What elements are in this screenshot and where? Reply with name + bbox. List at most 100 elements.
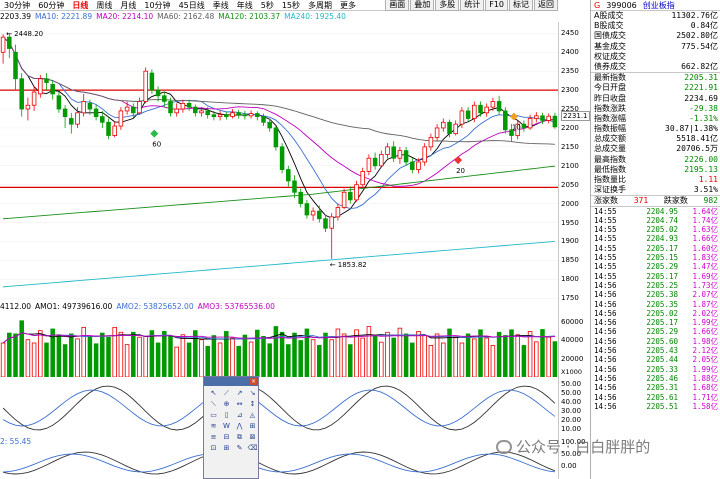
candle-body — [546, 115, 551, 121]
drawing-tool-icon[interactable]: W — [221, 422, 232, 431]
amo-bar — [19, 320, 24, 377]
toolbar-button[interactable]: 返回 — [534, 0, 558, 11]
row-label: 总成交额 — [594, 134, 626, 144]
period-tab[interactable]: 月线 — [116, 0, 140, 11]
tick-row: 14:56 2205.29 1.66亿 — [591, 327, 720, 336]
drawing-tool-icon[interactable]: ⋀ — [234, 422, 245, 431]
drawing-tool-icon[interactable]: ⌫ — [247, 444, 258, 453]
drawing-tools-palette[interactable]: × ↖ ⟋ ↗ ↘ ⟍ ⊕ ↔ ↕ ▭ ▯ ⊿ ◬ ≋ W ⋀ ⊞ ≡ ⊟ ⧉ ⊠ ⊡ ⊞ ✎ ⌫ — [203, 376, 259, 479]
drawing-tool-icon[interactable]: ▭ — [208, 411, 219, 420]
candle-body — [112, 125, 117, 136]
toolbar-button[interactable]: 统计 — [460, 0, 485, 11]
advance-count: 371 — [633, 196, 649, 206]
tick-row: 14:56 2205.33 1.99亿 — [591, 365, 720, 374]
amo-bar — [459, 342, 465, 377]
drawing-tool-icon[interactable]: ⊞ — [247, 422, 258, 431]
marker-label: 60 — [152, 141, 161, 149]
amo-bar — [403, 333, 409, 377]
drawing-tool-icon[interactable]: ↘ — [247, 389, 258, 398]
advance-label: 涨家数 — [594, 196, 618, 206]
drawing-tool-icon[interactable]: ↔ — [234, 400, 245, 409]
drawing-tool-icon[interactable]: ⊠ — [247, 433, 258, 442]
drawing-tool-icon[interactable]: ▯ — [221, 411, 232, 420]
period-tab[interactable]: 60分钟 — [34, 0, 68, 11]
drawing-tool-icon[interactable]: ↖ — [208, 389, 219, 398]
period-tab[interactable]: 周线 — [92, 0, 116, 11]
amo-bar — [385, 331, 390, 377]
amo-chart[interactable] — [0, 313, 558, 377]
drawing-tool-icon[interactable]: ⟍ — [208, 400, 219, 409]
drawing-tool-icon[interactable]: ⊡ — [208, 444, 219, 453]
toolbar-button[interactable]: 标记 — [509, 0, 533, 11]
period-tab[interactable]: 5秒 — [257, 0, 278, 11]
period-tab[interactable]: 多周期 — [304, 0, 336, 11]
amo-bar — [124, 344, 130, 377]
tick-amount: 1.60亿 — [692, 243, 718, 253]
toolbar-button[interactable]: 叠加 — [410, 0, 435, 11]
amo-bar — [112, 326, 117, 377]
drawing-tool-icon[interactable]: ≋ — [208, 422, 219, 431]
toolbar-buttons: 画面 叠加 多股 统计 F10 标记 返回 — [384, 0, 558, 11]
toolbar-button[interactable]: 画面 — [385, 0, 410, 11]
drawing-tool-icon[interactable]: ◬ — [247, 411, 258, 420]
candle-body — [131, 106, 136, 114]
period-tab[interactable]: 季线 — [209, 0, 233, 11]
candle-body — [186, 102, 192, 108]
close-icon[interactable]: × — [250, 378, 257, 385]
drawing-tool-icon[interactable]: ⊟ — [221, 433, 232, 442]
period-tab[interactable]: 10分钟 — [140, 0, 174, 11]
period-tab[interactable]: 30分钟 — [0, 0, 34, 11]
palette-titlebar[interactable]: × — [204, 377, 258, 386]
amo-bar — [69, 333, 74, 377]
tick-time: 14:55 — [594, 262, 617, 272]
drawing-tool-icon[interactable]: ✎ — [234, 444, 245, 453]
period-tab[interactable]: 15秒 — [278, 0, 304, 11]
breadth-row: 涨家数 371 跌家数 982 — [591, 195, 720, 205]
current-price-tag: 2231.1 — [561, 111, 590, 122]
amo-tick: 40000 — [561, 336, 584, 345]
tick-time: 14:56 — [594, 336, 617, 346]
marker-icon — [150, 129, 159, 138]
period-tab[interactable]: 45日线 — [175, 0, 209, 11]
candle-body — [261, 116, 266, 123]
amo-tick: 20000 — [561, 354, 584, 363]
candle-body — [490, 101, 496, 108]
toolbar-button[interactable]: F10 — [485, 0, 508, 11]
candle-body — [279, 146, 285, 170]
amo-bar — [230, 337, 235, 377]
toolbar-button[interactable]: 多股 — [435, 0, 460, 11]
period-tab[interactable]: 年线 — [233, 0, 257, 11]
tick-price: 2205.31 — [646, 383, 678, 393]
row-value: 2226.00 — [684, 154, 718, 164]
candle-body — [211, 114, 217, 117]
amo-bar — [360, 337, 365, 377]
legend-item: 2203.39 — [0, 12, 32, 21]
candle-body — [87, 102, 93, 110]
drawing-tool-icon[interactable]: ↗ — [234, 389, 245, 398]
amo-bar — [149, 330, 155, 377]
period-tab[interactable]: 日线 — [68, 0, 92, 11]
drawing-tool-icon[interactable]: ⊞ — [221, 444, 232, 453]
drawing-tool-icon[interactable]: ≡ — [208, 433, 219, 442]
drawing-tool-icon[interactable]: ↕ — [247, 400, 258, 409]
drawing-tool-icon[interactable]: ⊿ — [234, 411, 245, 420]
legend-item: MA240: 1925.40 — [284, 12, 346, 21]
row-value: -1.31% — [689, 113, 718, 123]
amo-bar — [348, 344, 353, 377]
period-tab[interactable]: 更多 — [336, 0, 360, 11]
price-tick: 2000 — [561, 199, 579, 208]
amo-bar — [7, 332, 12, 377]
oscillator2-chart[interactable] — [0, 448, 558, 478]
drawing-tool-icon[interactable]: ⊕ — [221, 400, 232, 409]
kline-chart[interactable]: ← 2448.20← 1853.826020105 — [0, 22, 558, 322]
tick-amount: 1.98亿 — [692, 336, 718, 346]
price-axis: 2450 2400 2350 2300 2250 2200 2150 2100 2050 2000… — [558, 22, 590, 302]
oscillator-chart[interactable] — [0, 380, 558, 436]
decline-count: 982 — [703, 196, 718, 206]
candle-body — [391, 146, 396, 159]
drawing-tool-icon[interactable]: ⧉ — [234, 433, 245, 442]
row-value: 2205.31 — [684, 73, 718, 83]
row-value: 775.54亿 — [681, 41, 718, 51]
drawing-tool-icon[interactable]: ⟋ — [221, 389, 232, 398]
tick-row: 14:56 2205.60 1.98亿 — [591, 337, 720, 346]
